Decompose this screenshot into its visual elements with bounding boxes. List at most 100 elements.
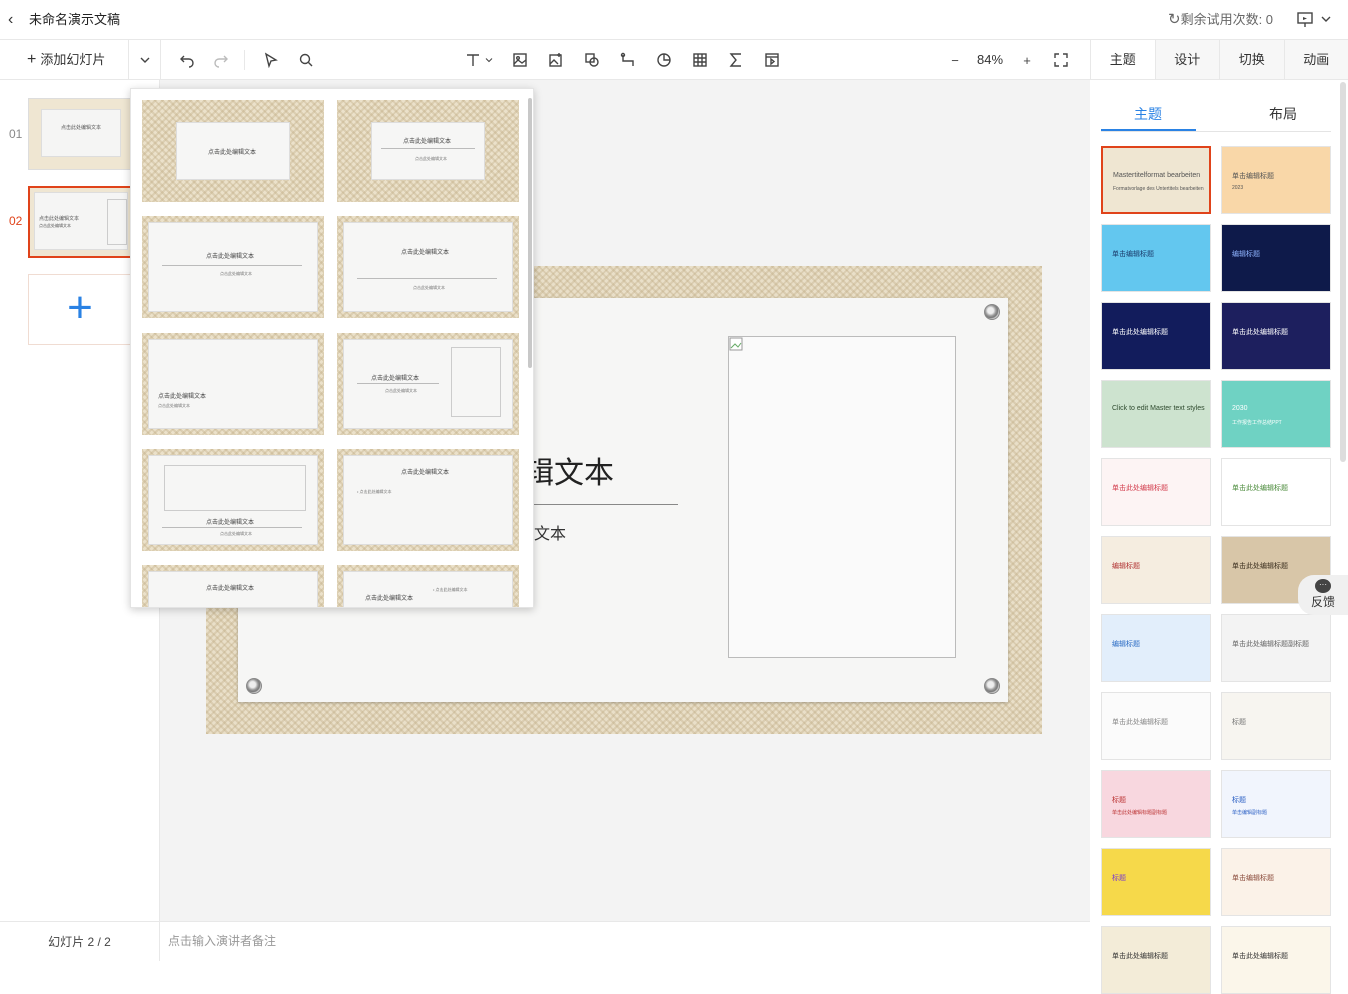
zoom-in-button[interactable]: + (1018, 51, 1036, 69)
theme-thumbnail[interactable]: 标题单击此处编辑标题副标题 (1101, 770, 1211, 838)
layout-option[interactable]: 点击此处编辑文本 (142, 100, 324, 202)
theme-title: 单击此处编辑标题 (1112, 483, 1168, 493)
subtab-theme[interactable]: 主题 (1134, 104, 1162, 124)
pin-icon (984, 678, 1000, 694)
theme-thumbnail[interactable]: 单击此处编辑标题 (1101, 302, 1211, 370)
layout-option[interactable]: 点击此处编辑文本 • 点击此处编辑文本 (337, 565, 519, 608)
divider (160, 40, 161, 80)
slide-subtitle[interactable]: 文本 (534, 520, 566, 544)
layout-title: 点击此处编辑文本 (401, 247, 449, 256)
layout-sub: 点击此处编辑文本 (220, 531, 252, 537)
present-button[interactable] (1296, 9, 1336, 31)
layout-title: 点击此处编辑文本 (206, 517, 254, 526)
theme-thumbnail[interactable]: 2030工作报告工作总结PPT (1221, 380, 1331, 448)
subtab-layout[interactable]: 布局 (1269, 104, 1297, 124)
fullscreen-icon[interactable] (1052, 51, 1070, 69)
theme-thumbnail[interactable]: 单击此处编辑标题 (1221, 458, 1331, 526)
theme-thumbnail[interactable]: 单击此处编辑标题 (1221, 302, 1331, 370)
theme-thumbnail[interactable]: 单击此处编辑标题 (1221, 926, 1331, 994)
main-toolbar: +添加幻灯片 − 84% + (0, 40, 1090, 80)
theme-thumbnail[interactable]: 单击此处编辑标题 (1101, 692, 1211, 760)
theme-title: Click to edit Master text styles (1112, 405, 1205, 412)
text-icon[interactable] (464, 51, 482, 69)
layout-option[interactable]: 点击此处编辑文本 (142, 565, 324, 608)
pin-icon (246, 678, 262, 694)
slide-thumbnail-2[interactable]: 点击此处编辑文本 点击此处编辑文本 (28, 186, 132, 258)
document-title[interactable]: 未命名演示文稿 (29, 11, 120, 29)
add-slide-button[interactable]: +添加幻灯片 (27, 51, 105, 69)
layout-option[interactable]: 点击此处编辑文本 点击此处编辑文本 (337, 100, 519, 202)
formula-icon[interactable] (727, 51, 745, 69)
zoom-out-button[interactable]: − (946, 51, 964, 69)
theme-panel: 主题 布局 Mastertitelformat bearbeitenFormat… (1090, 80, 1348, 961)
plus-icon: + (27, 51, 36, 68)
add-slide-tile[interactable]: + (28, 274, 132, 345)
theme-thumbnail[interactable]: 单击编辑标题2023 (1221, 146, 1331, 214)
theme-scrollbar[interactable] (1340, 82, 1346, 462)
feedback-button[interactable]: ··· 反馈 (1298, 575, 1348, 615)
theme-title: 单击此处编辑标题 (1112, 327, 1168, 337)
zoom-search-icon[interactable] (297, 51, 315, 69)
shape-icon[interactable] (583, 51, 601, 69)
theme-title: 单击此处编辑标题 (1232, 483, 1288, 493)
theme-thumbnail[interactable]: 单击此处编辑标题副标题 (1221, 614, 1331, 682)
zoom-level[interactable]: 84% (977, 51, 1003, 69)
theme-subtitle: 单击编辑副标题 (1232, 809, 1267, 816)
theme-thumbnail[interactable]: 标题单击编辑副标题 (1221, 770, 1331, 838)
slide-counter: 幻灯片 2 / 2 (0, 921, 160, 961)
slide-title[interactable]: 辑文本 (524, 448, 614, 492)
layout-option[interactable]: 点击此处编辑文本 点击此处编辑文本 (142, 333, 324, 435)
connector-icon[interactable] (619, 51, 637, 69)
layout-sub: 点击此处编辑文本 (385, 388, 417, 394)
theme-thumbnail[interactable]: 标题 (1101, 848, 1211, 916)
layout-title: 点击此处编辑文本 (158, 391, 206, 400)
thumb-board: 点击此处编辑文本 点击此处编辑文本 (34, 192, 128, 250)
tab-theme[interactable]: 主题 (1090, 40, 1155, 79)
right-panel-tabs: 主题 设计 切换 动画 (1090, 40, 1348, 80)
theme-thumbnail[interactable]: 单击此处编辑标题 (1101, 458, 1211, 526)
layout-scrollbar[interactable] (528, 98, 532, 368)
layout-sub: 点击此处编辑文本 (220, 271, 252, 277)
tab-animation[interactable]: 动画 (1284, 40, 1348, 79)
layout-picker: 点击此处编辑文本 点击此处编辑文本 点击此处编辑文本 点击此处编辑文本 点击此处… (130, 88, 534, 608)
slide-thumbnail-1[interactable]: 点击此处编辑文本 (28, 98, 132, 170)
speaker-notes-input[interactable]: 点击输入演讲者备注 (160, 921, 1090, 961)
layout-option[interactable]: 点击此处编辑文本 点击此处编辑文本 (337, 333, 519, 435)
theme-thumbnail[interactable]: 编辑标题 (1221, 224, 1331, 292)
chart-icon[interactable] (655, 51, 673, 69)
thumb-sub: 点击此处编辑文本 (39, 223, 71, 229)
theme-thumbnail[interactable]: 单击编辑标题 (1101, 224, 1211, 292)
tab-transition[interactable]: 切换 (1219, 40, 1284, 79)
layout-option[interactable]: 点击此处编辑文本 • 点击此处编辑文本 (337, 449, 519, 551)
layout-title: 点击此处编辑文本 (208, 147, 256, 156)
table-icon[interactable] (691, 51, 709, 69)
undo-icon[interactable] (178, 51, 196, 69)
theme-thumbnail[interactable]: 标题 (1221, 692, 1331, 760)
image-placeholder[interactable] (728, 336, 956, 658)
layout-option[interactable]: 点击此处编辑文本 点击此处编辑文本 (142, 216, 324, 318)
refresh-icon[interactable]: ↻ (1168, 11, 1181, 28)
theme-subtitle: 2023 (1232, 185, 1243, 191)
theme-thumbnail[interactable]: 编辑标题 (1101, 614, 1211, 682)
back-icon[interactable]: ‹ (8, 11, 22, 29)
theme-thumbnail[interactable]: Click to edit Master text styles (1101, 380, 1211, 448)
image-icon[interactable] (511, 51, 529, 69)
image-edit-icon[interactable] (547, 51, 565, 69)
select-pointer-icon[interactable] (262, 51, 280, 69)
theme-title: 单击编辑标题 (1112, 249, 1154, 259)
layout-dropdown-icon[interactable] (136, 51, 154, 69)
theme-thumbnail[interactable]: 编辑标题 (1101, 536, 1211, 604)
tab-design[interactable]: 设计 (1155, 40, 1220, 79)
media-icon[interactable] (763, 51, 781, 69)
theme-thumbnail[interactable]: 单击此处编辑标题 (1101, 926, 1211, 994)
layout-title: 点击此处编辑文本 (365, 593, 413, 602)
layout-option[interactable]: 点击此处编辑文本 点击此处编辑文本 (337, 216, 519, 318)
theme-thumbnail[interactable]: 单击编辑标题 (1221, 848, 1331, 916)
thumb-image-placeholder (107, 199, 127, 245)
theme-thumbnail[interactable]: Mastertitelformat bearbeitenFormatvorlag… (1101, 146, 1211, 214)
layout-option[interactable]: 点击此处编辑文本 点击此处编辑文本 (142, 449, 324, 551)
theme-subtitle: Formatvorlage des Untertitels bearbeiten (1113, 186, 1204, 192)
text-dropdown-icon[interactable] (483, 51, 495, 69)
redo-icon[interactable] (212, 51, 230, 69)
thumb-text: 点击此处编辑文本 (39, 215, 79, 222)
